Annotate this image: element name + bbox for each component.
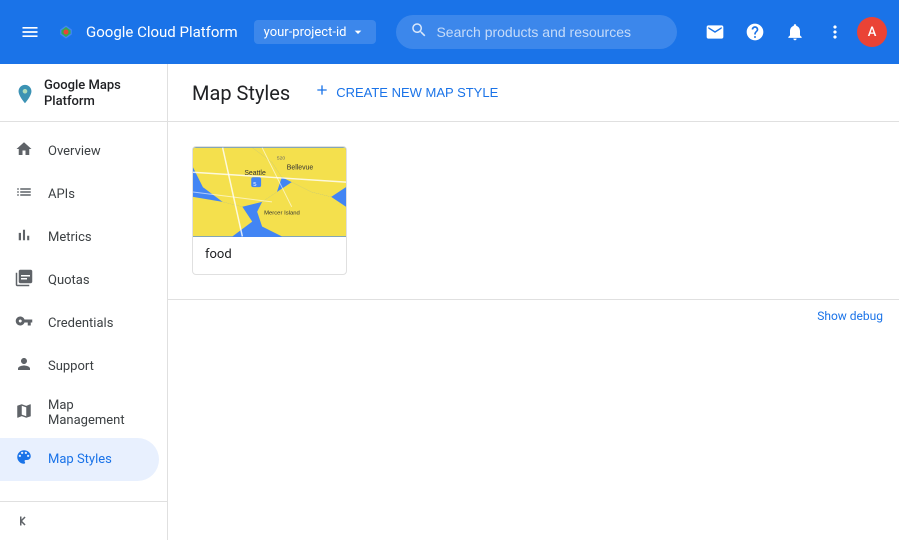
svg-text:Bellevue: Bellevue xyxy=(287,164,314,171)
search-input[interactable] xyxy=(436,24,663,40)
sidebar-item-apis-label: APIs xyxy=(48,187,75,202)
person-icon xyxy=(14,355,34,378)
create-new-map-style-button[interactable]: CREATE NEW MAP STYLE xyxy=(306,76,506,109)
topbar-project-name: your-project-id xyxy=(264,25,347,40)
sidebar-item-map-styles[interactable]: Map Styles xyxy=(0,438,159,481)
map-style-name-food: food xyxy=(193,237,346,274)
topbar-app-title: Google Cloud Platform xyxy=(86,23,238,41)
maps-logo-icon xyxy=(14,83,36,105)
topbar-actions: A xyxy=(697,14,887,50)
main-layout: Google Maps Platform Overview APIs xyxy=(0,64,899,540)
add-icon xyxy=(314,82,330,103)
topbar-search-bar[interactable] xyxy=(396,15,677,49)
sidebar-item-map-management-label: Map Management xyxy=(48,398,145,428)
notification-icon-btn[interactable] xyxy=(777,14,813,50)
sidebar: Google Maps Platform Overview APIs xyxy=(0,64,168,540)
sidebar-item-overview[interactable]: Overview xyxy=(0,130,159,173)
key-icon xyxy=(14,312,34,335)
map-style-card-food[interactable]: Seattle Bellevue Mercer Island 5 520 foo… xyxy=(192,146,347,275)
map-management-icon xyxy=(14,402,34,425)
sidebar-item-support-label: Support xyxy=(48,359,94,374)
sidebar-item-map-management[interactable]: Map Management xyxy=(0,388,159,438)
show-debug-link[interactable]: Show debug xyxy=(817,309,883,323)
svg-text:520: 520 xyxy=(277,155,285,161)
sidebar-item-metrics-label: Metrics xyxy=(48,230,92,245)
help-icon-btn[interactable] xyxy=(737,14,773,50)
svg-text:Seattle: Seattle xyxy=(244,170,266,177)
bottom-bar: Show debug xyxy=(168,299,899,331)
topbar: Google Cloud Platform your-project-id xyxy=(0,0,899,64)
topbar-project-selector[interactable]: your-project-id xyxy=(254,20,377,44)
more-icon-btn[interactable] xyxy=(817,14,853,50)
svg-text:Mercer Island: Mercer Island xyxy=(264,211,300,217)
sidebar-item-quotas-label: Quotas xyxy=(48,273,90,288)
quotas-icon xyxy=(14,269,34,292)
sidebar-logo-row: Google Maps Platform xyxy=(0,64,167,122)
bar-chart-icon xyxy=(14,226,34,249)
sidebar-item-quotas[interactable]: Quotas xyxy=(0,259,159,302)
gcp-logo-icon xyxy=(56,22,76,42)
page-title: Map Styles xyxy=(192,81,290,105)
sidebar-item-metrics[interactable]: Metrics xyxy=(0,216,159,259)
map-thumbnail-svg: Seattle Bellevue Mercer Island 5 520 xyxy=(193,147,346,237)
sidebar-item-credentials[interactable]: Credentials xyxy=(0,302,159,345)
sidebar-collapse-btn[interactable] xyxy=(0,501,167,540)
content-header: Map Styles CREATE NEW MAP STYLE xyxy=(168,64,899,122)
search-icon xyxy=(410,21,428,43)
sidebar-item-support[interactable]: Support xyxy=(0,345,159,388)
topbar-logo-area: Google Cloud Platform xyxy=(56,22,238,42)
create-btn-label: CREATE NEW MAP STYLE xyxy=(336,85,498,100)
map-style-thumbnail-food: Seattle Bellevue Mercer Island 5 520 xyxy=(193,147,346,237)
palette-icon xyxy=(14,448,34,471)
sidebar-nav: Overview APIs Metrics Quot xyxy=(0,122,167,501)
sidebar-item-overview-label: Overview xyxy=(48,144,101,159)
content-area: Map Styles CREATE NEW MAP STYLE xyxy=(168,64,899,540)
home-icon xyxy=(14,140,34,163)
email-icon-btn[interactable] xyxy=(697,14,733,50)
sidebar-item-apis[interactable]: APIs xyxy=(0,173,159,216)
user-avatar[interactable]: A xyxy=(857,17,887,47)
sidebar-item-map-styles-label: Map Styles xyxy=(48,452,112,467)
map-styles-grid: Seattle Bellevue Mercer Island 5 520 foo… xyxy=(168,122,899,299)
list-icon xyxy=(14,183,34,206)
sidebar-item-credentials-label: Credentials xyxy=(48,316,113,331)
menu-icon[interactable] xyxy=(12,14,48,50)
sidebar-logo-text: Google Maps Platform xyxy=(44,78,155,109)
